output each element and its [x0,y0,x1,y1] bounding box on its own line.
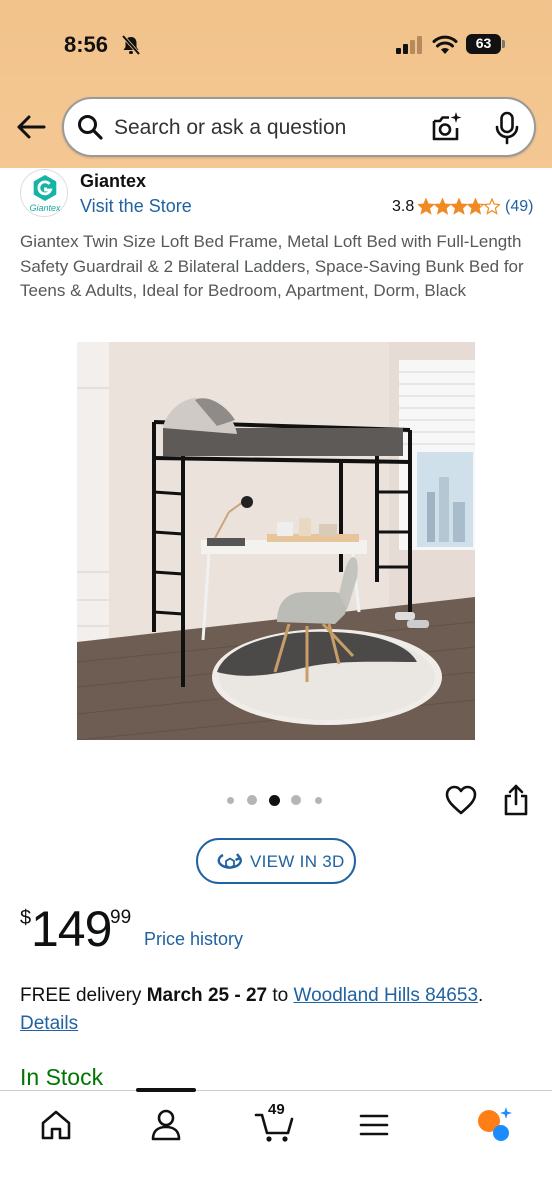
rotate-3d-icon [217,853,242,870]
delivery-info: FREE delivery March 25 - 27 to Woodland … [20,982,540,1038]
brand-logo-text: Giantex [29,203,61,213]
brand-name: Giantex [80,171,147,191]
carousel-dot[interactable] [226,796,234,804]
delivery-details-link[interactable]: Details [20,1013,78,1034]
search-icon [78,115,103,140]
carousel-dot[interactable] [291,795,301,805]
image-carousel-dots[interactable] [226,794,326,806]
rating-value: 3.8 [392,198,415,215]
star-icon [433,198,452,215]
status-bar: 8:56 63 [0,0,552,90]
account-icon[interactable] [146,1105,186,1145]
product-title: Giantex Twin Size Loft Bed Frame, Metal … [20,232,524,300]
price-fraction: 99 [110,907,132,928]
carousel-dot[interactable] [314,796,322,804]
star-icon [466,198,485,215]
active-tab-indicator [136,1088,196,1092]
status-time: 8:56 [64,32,109,57]
search-input[interactable]: Search or ask a question [114,116,346,140]
star-icon [482,198,500,215]
carousel-dot-active[interactable] [268,794,280,806]
cellular-signal-icon [396,36,422,54]
carousel-dot[interactable] [247,795,257,805]
silent-bell-icon [121,34,141,56]
star-icon [418,198,436,215]
back-arrow-icon[interactable] [14,110,48,144]
price-whole: 149 [31,901,112,957]
view-in-3d-button[interactable]: VIEW IN 3D [196,838,356,884]
price-history-link[interactable]: Price history [144,929,243,950]
loft-bed-photo [77,342,475,740]
heart-icon[interactable] [444,784,478,816]
delivery-location-link[interactable]: Woodland Hills 84653 [294,985,479,1006]
battery-icon: 63 [466,34,506,56]
star-rating[interactable] [418,198,500,216]
giantex-logo-icon [33,175,57,201]
home-icon[interactable] [36,1105,76,1145]
microphone-icon[interactable] [492,111,522,145]
review-count-link[interactable]: (49) [505,198,533,216]
brand-logo[interactable]: Giantex [20,169,68,217]
in-stock-status: In Stock [20,1064,104,1090]
menu-icon[interactable] [354,1105,394,1145]
price-currency: $ [20,907,32,929]
battery-level: 63 [475,35,492,51]
camera-search-icon[interactable] [430,111,464,145]
header: 8:56 63 Search or ask a question [0,0,552,168]
delivery-prefix: FREE delivery [20,985,147,1006]
product-image[interactable] [77,342,475,740]
view-in-3d-label: VIEW IN 3D [250,852,345,871]
delivery-suffix: . [478,985,484,1006]
delivery-to: to [267,985,294,1006]
search-bar[interactable]: Search or ask a question [62,97,536,157]
delivery-dates: March 25 - 27 [146,985,268,1006]
cart-count: 49 [268,1101,285,1118]
star-icon [449,198,469,215]
wifi-icon [432,35,458,54]
rufus-icon[interactable] [474,1105,514,1145]
share-icon[interactable] [502,784,530,816]
visit-store-link[interactable]: Visit the Store [80,196,192,217]
